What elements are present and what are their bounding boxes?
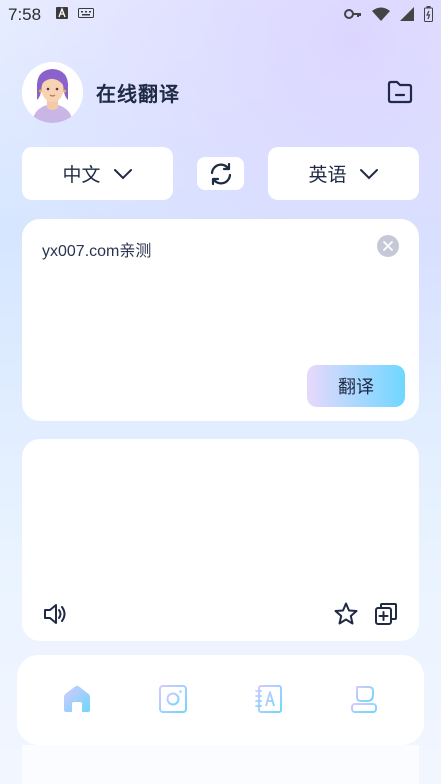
bottom-tab-bar bbox=[17, 655, 424, 745]
wifi-icon bbox=[372, 7, 390, 21]
status-bar: 7:58 bbox=[0, 0, 441, 30]
input-card: yx007.com亲测 翻译 bbox=[22, 219, 419, 421]
output-card bbox=[22, 439, 419, 641]
header: 在线翻译 bbox=[22, 62, 422, 124]
avatar[interactable] bbox=[22, 62, 83, 123]
dictionary-icon[interactable] bbox=[253, 683, 285, 715]
page-title: 在线翻译 bbox=[96, 82, 180, 106]
copy-icon[interactable] bbox=[373, 601, 399, 627]
translate-button[interactable]: 翻译 bbox=[307, 365, 405, 407]
signal-icon bbox=[400, 7, 414, 21]
status-time: 7:58 bbox=[8, 5, 42, 24]
notification-a-icon bbox=[56, 7, 68, 19]
source-language-select[interactable]: 中文 bbox=[22, 147, 173, 200]
clear-button[interactable] bbox=[377, 235, 399, 257]
source-text-input[interactable]: yx007.com亲测 bbox=[42, 237, 151, 261]
clear-icon bbox=[383, 241, 393, 251]
chevron-down-icon bbox=[113, 168, 132, 179]
star-icon[interactable] bbox=[333, 601, 359, 627]
keyboard-icon bbox=[78, 8, 94, 18]
key-icon bbox=[344, 9, 361, 19]
target-language-select[interactable]: 英语 bbox=[268, 147, 419, 200]
avatar-illustration bbox=[22, 62, 83, 123]
chevron-down-icon bbox=[359, 168, 378, 179]
profile-icon[interactable] bbox=[348, 683, 380, 715]
target-language-label: 英语 bbox=[308, 164, 347, 186]
swap-icon bbox=[210, 162, 231, 185]
speaker-icon[interactable] bbox=[42, 601, 68, 627]
folder-icon[interactable] bbox=[386, 78, 414, 106]
home-icon[interactable] bbox=[61, 683, 93, 715]
camera-icon[interactable] bbox=[157, 683, 189, 715]
battery-icon bbox=[424, 6, 433, 22]
source-language-label: 中文 bbox=[62, 164, 101, 186]
swap-languages-button[interactable] bbox=[197, 157, 244, 190]
bottom-panel bbox=[22, 745, 419, 784]
